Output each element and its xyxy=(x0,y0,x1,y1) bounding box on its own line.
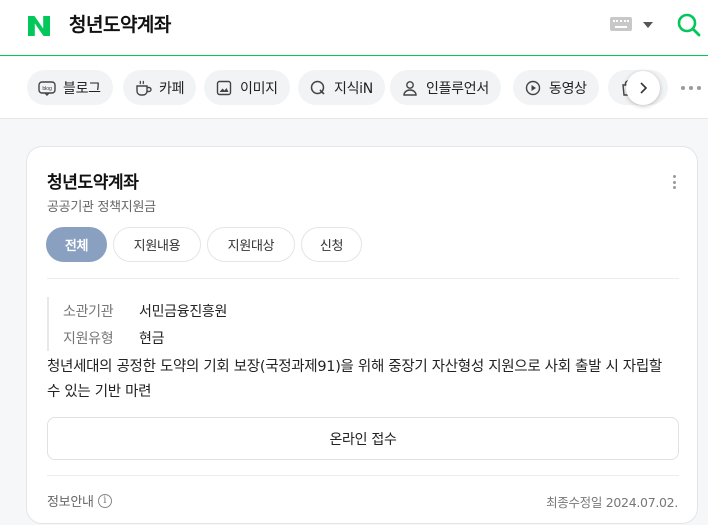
tab-video[interactable]: 동영상 xyxy=(513,70,599,105)
search-query-text[interactable]: 청년도약계좌 xyxy=(69,13,171,37)
last-updated: 최종수정일 2024.07.02. xyxy=(546,495,678,510)
tab-label: 지식iN xyxy=(334,80,373,97)
chevron-down-icon[interactable] xyxy=(643,22,653,28)
tab-label: 이미지 xyxy=(240,80,278,97)
divider xyxy=(47,475,679,476)
tab-blog[interactable]: blog 블로그 xyxy=(27,70,113,105)
divider xyxy=(47,278,679,279)
online-apply-button[interactable]: 온라인 접수 xyxy=(47,417,679,460)
cafe-cup-icon xyxy=(134,79,152,97)
naver-logo[interactable] xyxy=(26,13,52,39)
person-icon xyxy=(401,79,419,97)
segment-support-content[interactable]: 지원내용 xyxy=(113,227,201,262)
play-icon xyxy=(524,79,542,97)
segment-apply[interactable]: 신청 xyxy=(301,227,362,262)
card-subtitle: 공공기관 정책지원금 xyxy=(47,200,156,215)
card-title[interactable]: 청년도약계좌 xyxy=(47,168,139,193)
info-list: 소관기관 서민금융진흥원 지원유형 현금 xyxy=(47,297,227,351)
blog-icon: blog xyxy=(38,79,56,97)
info-row: 소관기관 서민금융진흥원 xyxy=(63,297,227,324)
info-key: 소관기관 xyxy=(63,303,114,320)
tab-image[interactable]: 이미지 xyxy=(204,70,290,105)
search-icon[interactable] xyxy=(676,12,702,38)
tab-kin[interactable]: 지식iN xyxy=(298,70,385,105)
segment-eligibility[interactable]: 지원대상 xyxy=(207,227,295,262)
more-options-icon[interactable] xyxy=(673,175,677,189)
segment-all[interactable]: 전체 xyxy=(46,227,107,262)
info-key: 지원유형 xyxy=(63,330,114,347)
tab-label: 블로그 xyxy=(63,80,101,97)
tab-cafe[interactable]: 카페 xyxy=(123,70,197,105)
policy-card: 청년도약계좌 공공기관 정책지원금 전체 지원내용 지원대상 신청 소관기관 서… xyxy=(26,146,698,524)
search-tab-bar: blog 블로그 카페 이미지 지식iN 인플루언서 동영상 xyxy=(0,57,708,119)
tab-label: 동영상 xyxy=(549,80,587,97)
tab-label: 인플루언서 xyxy=(426,80,489,97)
svg-text:blog: blog xyxy=(42,86,51,92)
tab-label: 카페 xyxy=(159,80,185,97)
search-header: 청년도약계좌 xyxy=(0,0,708,56)
info-value: 서민금융진흥원 xyxy=(139,303,228,320)
info-icon: i xyxy=(97,493,112,508)
info-row: 지원유형 현금 xyxy=(63,324,227,351)
info-notice[interactable]: 정보안내 i xyxy=(47,491,112,510)
tab-influencer[interactable]: 인플루언서 xyxy=(390,70,501,105)
tabs-next-button[interactable] xyxy=(626,71,660,105)
policy-description: 청년세대의 공정한 도약의 기회 보장(국정과제91)을 위해 중장기 자산형성… xyxy=(47,359,662,400)
image-icon xyxy=(215,79,233,97)
chevron-right-icon xyxy=(640,82,648,94)
keyboard-icon[interactable] xyxy=(610,17,632,31)
info-notice-label: 정보안내 xyxy=(47,495,94,510)
q-icon xyxy=(309,79,327,97)
info-value: 현금 xyxy=(139,330,165,347)
more-tabs-icon[interactable] xyxy=(681,86,701,90)
